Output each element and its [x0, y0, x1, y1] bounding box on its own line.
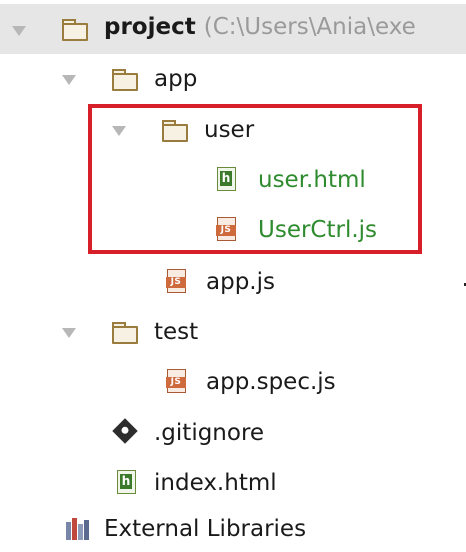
- expand-arrow-icon[interactable]: [12, 26, 26, 36]
- folder-icon: [112, 322, 138, 344]
- tree-item-label: app: [154, 66, 198, 92]
- highlight-box: [88, 104, 422, 254]
- tree-row-app-js[interactable]: JS app.js: [0, 259, 466, 305]
- expand-arrow-icon[interactable]: [62, 328, 76, 338]
- project-path: (C:\Users\Ania\exe: [203, 14, 416, 40]
- js-file-icon: JS: [166, 269, 186, 293]
- tree-item-label: test: [154, 319, 199, 345]
- tree-item-label: External Libraries: [104, 516, 307, 542]
- project-tree: project (C:\Users\Ania\exe app user h us…: [0, 0, 466, 546]
- folder-icon: [62, 19, 88, 41]
- tree-item-label: index.html: [154, 470, 277, 496]
- tree-row-external-libraries[interactable]: External Libraries: [0, 506, 466, 552]
- tree-item-label: app.js: [206, 269, 275, 295]
- project-name: project (C:\Users\Ania\exe: [104, 4, 416, 50]
- html-file-icon: h: [116, 470, 136, 494]
- tree-row-project[interactable]: project (C:\Users\Ania\exe: [0, 4, 466, 54]
- library-icon: [66, 518, 90, 540]
- tree-row-app[interactable]: app: [0, 56, 466, 102]
- tree-row-app-spec-js[interactable]: JS app.spec.js: [0, 359, 466, 405]
- tree-item-label: .gitignore: [154, 420, 265, 446]
- project-name-text: project: [104, 14, 196, 40]
- tree-item-label: app.spec.js: [206, 369, 336, 395]
- js-file-icon: JS: [166, 369, 186, 393]
- tree-row-index-html[interactable]: h index.html: [0, 460, 466, 506]
- folder-icon: [112, 69, 138, 91]
- git-icon: [112, 418, 138, 444]
- tree-row-gitignore[interactable]: .gitignore: [0, 410, 466, 456]
- expand-arrow-icon[interactable]: [62, 75, 76, 85]
- tree-row-test[interactable]: test: [0, 309, 466, 355]
